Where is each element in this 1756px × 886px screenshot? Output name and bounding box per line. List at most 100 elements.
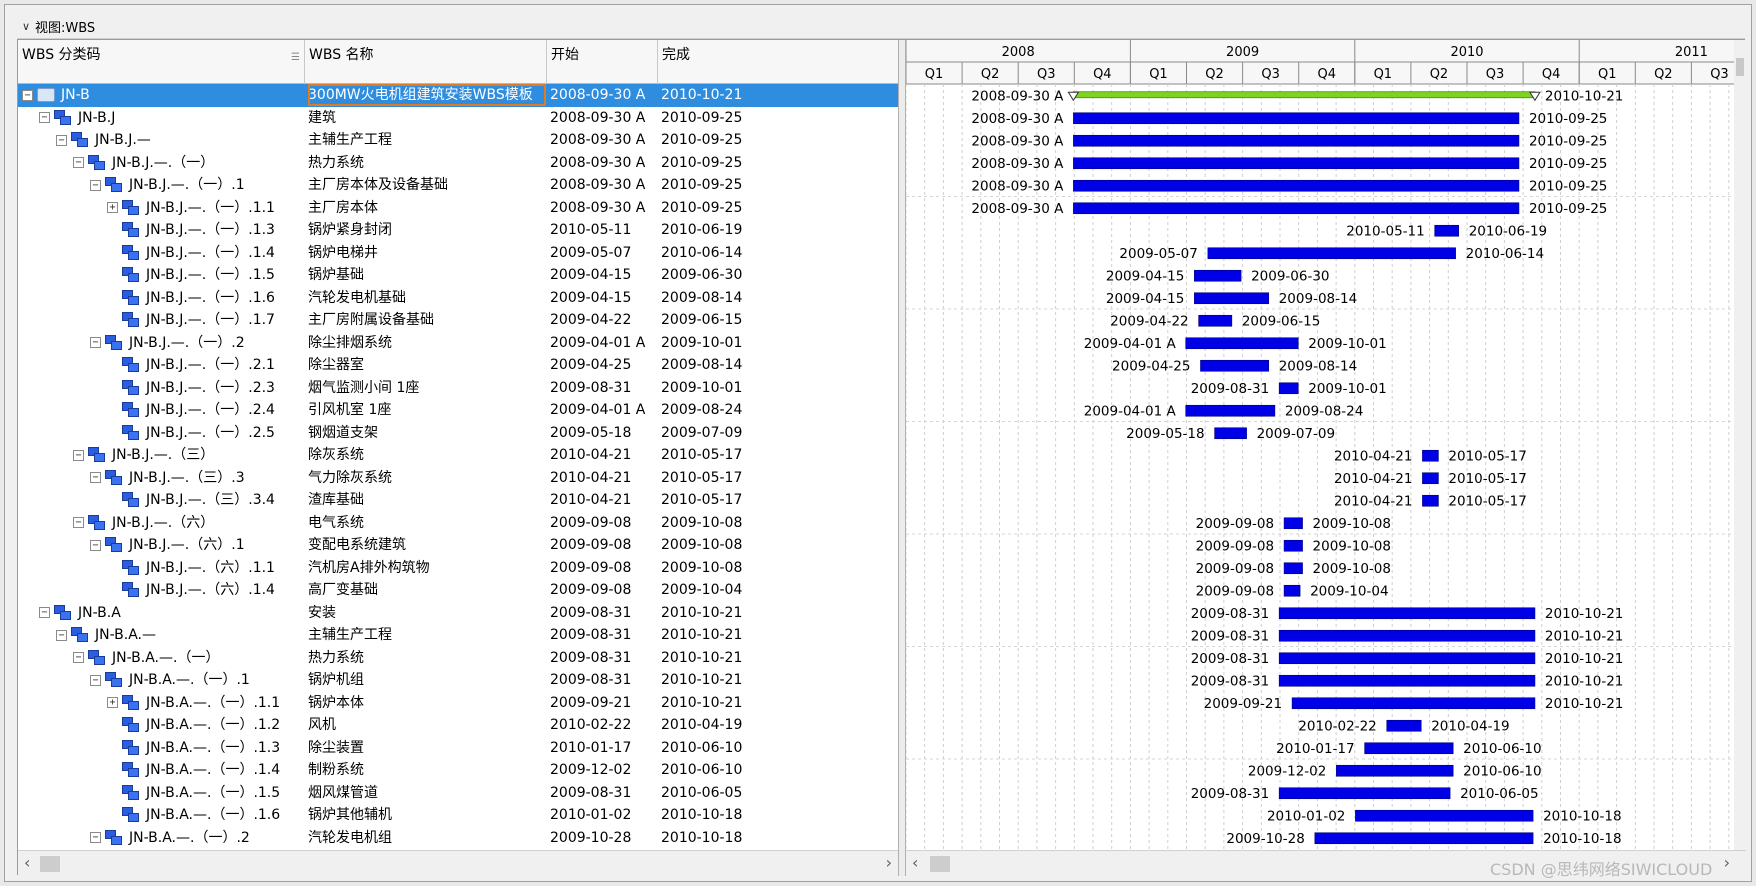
activity-bar[interactable] — [1278, 674, 1536, 687]
activity-bar[interactable] — [1283, 584, 1301, 597]
wbs-row[interactable]: − JN-B 300MW火电机组建筑安装WBS模板 2008-09-30 A 2010-… — [18, 84, 898, 107]
expand-icon[interactable]: + — [107, 697, 118, 708]
activity-bar[interactable] — [1283, 539, 1303, 552]
wbs-row[interactable]: − JN-B.A.—.（一） 热力系统 2009-08-31 2010-10-21 — [18, 647, 898, 670]
wbs-row[interactable]: − JN-B.J.—.（一）.1 主厂房本体及设备基础 2008-09-30 A 201… — [18, 174, 898, 197]
vertical-scrollbar[interactable] — [1734, 40, 1746, 850]
activity-bar[interactable] — [1214, 427, 1247, 440]
wbs-row[interactable]: − JN-B.J 建筑 2008-09-30 A 2010-09-25 — [18, 107, 898, 130]
activity-bar[interactable] — [1185, 404, 1276, 417]
wbs-row[interactable]: − JN-B.J.—.（六） 电气系统 2009-09-08 2009-10-08 — [18, 512, 898, 535]
wbs-row[interactable]: + JN-B.A.—.（一）.1.1 锅炉本体 2009-09-21 2010-10-2… — [18, 692, 898, 715]
activity-bar[interactable] — [1278, 382, 1299, 395]
activity-bar[interactable] — [1291, 697, 1536, 710]
activity-bar[interactable] — [1336, 764, 1454, 777]
wbs-row[interactable]: JN-B.J.—.（一）.2.3 烟气监测小间 1座 2009-08-31 2009-… — [18, 377, 898, 400]
wbs-row[interactable]: JN-B.J.—.（一）.1.6 汽轮发电机基础 2009-04-15 2009-08… — [18, 287, 898, 310]
activity-bar[interactable] — [1283, 517, 1303, 530]
activity-bar[interactable] — [1200, 359, 1270, 372]
collapse-icon[interactable]: − — [90, 179, 101, 191]
activity-bar[interactable] — [1278, 607, 1536, 620]
scroll-thumb[interactable] — [930, 856, 950, 872]
summary-bar[interactable] — [1072, 91, 1536, 99]
wbs-row[interactable]: − JN-B.J.— 主辅生产工程 2008-09-30 A 2010-09-25 — [18, 129, 898, 152]
activity-bar[interactable] — [1364, 742, 1454, 755]
sort-icon[interactable]: ☰ — [291, 52, 300, 63]
wbs-row[interactable]: − JN-B.J.—.（六）.1 变配电系统建筑 2009-09-08 2009-10-… — [18, 534, 898, 557]
wbs-row[interactable]: JN-B.J.—.（六）.1.4 高厂变基础 2009-09-08 2009-10-0… — [18, 579, 898, 602]
collapse-icon[interactable]: − — [39, 607, 50, 618]
wbs-row[interactable]: − JN-B.J.—.（三） 除灰系统 2010-04-21 2010-05-17 — [18, 444, 898, 467]
wbs-row[interactable]: JN-B.J.—.（一）.1.7 主厂房附属设备基础 2009-04-22 2009-… — [18, 309, 898, 332]
collapse-icon[interactable]: − — [73, 652, 84, 663]
activity-bar[interactable] — [1185, 337, 1299, 350]
scroll-right-icon[interactable]: › — [886, 853, 892, 872]
scroll-left-icon[interactable]: ‹ — [24, 853, 30, 872]
wbs-row[interactable]: JN-B.J.—.（一）.2.5 钢烟道支架 2009-05-18 2009-07-0… — [18, 422, 898, 445]
activity-bar[interactable] — [1434, 224, 1460, 237]
column-header-start[interactable]: 开始 — [547, 40, 658, 84]
collapse-icon[interactable]: − — [90, 472, 101, 483]
pane-splitter[interactable] — [898, 40, 906, 876]
wbs-row[interactable]: JN-B.J.—.（一）.1.3 锅炉紧身封闭 2010-05-11 2010-06-… — [18, 219, 898, 242]
activity-bar[interactable] — [1278, 652, 1536, 665]
activity-bar[interactable] — [1278, 629, 1536, 642]
wbs-row[interactable]: JN-B.J.—.（一）.1.5 锅炉基础 2009-04-15 2009-06-30 — [18, 264, 898, 287]
wbs-row[interactable]: JN-B.A.—.（一）.1.6 锅炉其他辅机 2010-01-02 2010-10-… — [18, 804, 898, 827]
activity-bar[interactable] — [1422, 449, 1439, 462]
collapse-icon[interactable]: − — [90, 337, 101, 348]
activity-bar[interactable] — [1278, 787, 1451, 800]
activity-bar[interactable] — [1198, 314, 1233, 327]
wbs-row[interactable]: JN-B.J.—.（一）.2.1 除尘器室 2009-04-25 2009-08-14 — [18, 354, 898, 377]
wbs-row[interactable]: − JN-B.A.—.（一）.2 汽轮发电机组 2009-10-28 2010-10-1… — [18, 827, 898, 850]
scroll-thumb[interactable] — [40, 856, 60, 872]
wbs-row[interactable]: JN-B.J.—.（一）.2.4 引风机室 1座 2009-04-01 A 2009-… — [18, 399, 898, 422]
grid-horizontal-scrollbar[interactable]: ‹ › — [18, 850, 898, 876]
collapse-icon[interactable]: − — [56, 629, 67, 641]
view-title-bar[interactable]: ∨ 视图:WBS — [17, 15, 1745, 39]
wbs-row[interactable]: JN-B.A.—.（一）.1.4 制粉系统 2009-12-02 2010-06-10 — [18, 759, 898, 782]
activity-bar[interactable] — [1073, 202, 1520, 215]
vscroll-thumb[interactable] — [1736, 58, 1744, 76]
activity-bar[interactable] — [1314, 832, 1534, 845]
wbs-row[interactable]: JN-B.J.—.（六）.1.1 汽机房A排外构筑物 2009-09-08 2009-… — [18, 557, 898, 580]
wbs-row[interactable]: − JN-B.J.—.（一）.2 除尘排烟系统 2009-04-01 A 2009-10… — [18, 332, 898, 355]
expand-icon[interactable]: + — [107, 202, 118, 213]
collapse-icon[interactable]: − — [22, 89, 33, 101]
collapse-icon[interactable]: − — [90, 539, 101, 551]
scroll-left-icon[interactable]: ‹ — [912, 853, 918, 872]
activity-bar[interactable] — [1422, 494, 1439, 507]
activity-bar[interactable] — [1283, 562, 1303, 575]
collapse-icon[interactable]: − — [90, 674, 101, 686]
collapse-icon[interactable]: − — [73, 449, 84, 461]
chevron-down-icon[interactable]: ∨ — [17, 20, 35, 33]
wbs-row[interactable]: JN-B.J.—.（一）.1.4 锅炉电梯井 2009-05-07 2010-06-1… — [18, 242, 898, 265]
activity-bar[interactable] — [1386, 719, 1422, 732]
activity-bar[interactable] — [1422, 472, 1439, 485]
wbs-row[interactable]: JN-B.A.—.（一）.1.3 除尘装置 2010-01-17 2010-06-10 — [18, 737, 898, 760]
activity-bar[interactable] — [1207, 247, 1456, 260]
activity-bar[interactable] — [1073, 134, 1520, 147]
wbs-row[interactable]: JN-B.J.—.（三）.3.4 渣库基础 2010-04-21 2010-05-17 — [18, 489, 898, 512]
collapse-icon[interactable]: − — [56, 134, 67, 146]
collapse-icon[interactable]: − — [73, 517, 84, 528]
column-header-code[interactable]: WBS 分类码 ☰ — [18, 40, 305, 84]
activity-bar[interactable] — [1073, 112, 1520, 125]
column-header-name[interactable]: WBS 名称 — [305, 40, 547, 84]
activity-bar[interactable] — [1194, 269, 1242, 282]
activity-bar[interactable] — [1355, 809, 1534, 822]
wbs-row[interactable]: − JN-B.J.—.（一） 热力系统 2008-09-30 A 2010-09-25 — [18, 152, 898, 175]
wbs-row[interactable]: − JN-B.A 安装 2009-08-31 2010-10-21 — [18, 602, 898, 625]
scroll-right-icon[interactable]: › — [1724, 853, 1730, 872]
activity-bar[interactable] — [1073, 157, 1520, 170]
wbs-row[interactable]: + JN-B.J.—.（一）.1.1 主厂房本体 2008-09-30 A 2010-0… — [18, 197, 898, 220]
wbs-row[interactable]: JN-B.A.—.（一）.1.5 烟风煤管道 2009-08-31 2010-06-0… — [18, 782, 898, 805]
wbs-row[interactable]: − JN-B.A.— 主辅生产工程 2009-08-31 2010-10-21 — [18, 624, 898, 647]
activity-bar[interactable] — [1073, 179, 1520, 192]
activity-bar[interactable] — [1194, 292, 1270, 305]
column-header-finish[interactable]: 完成 — [658, 40, 898, 84]
wbs-row[interactable]: − JN-B.A.—.（一）.1 锅炉机组 2009-08-31 2010-10-21 — [18, 669, 898, 692]
collapse-icon[interactable]: − — [73, 157, 84, 168]
wbs-row[interactable]: − JN-B.J.—.（三）.3 气力除灰系统 2010-04-21 2010-05-1… — [18, 467, 898, 490]
collapse-icon[interactable]: − — [39, 112, 50, 123]
